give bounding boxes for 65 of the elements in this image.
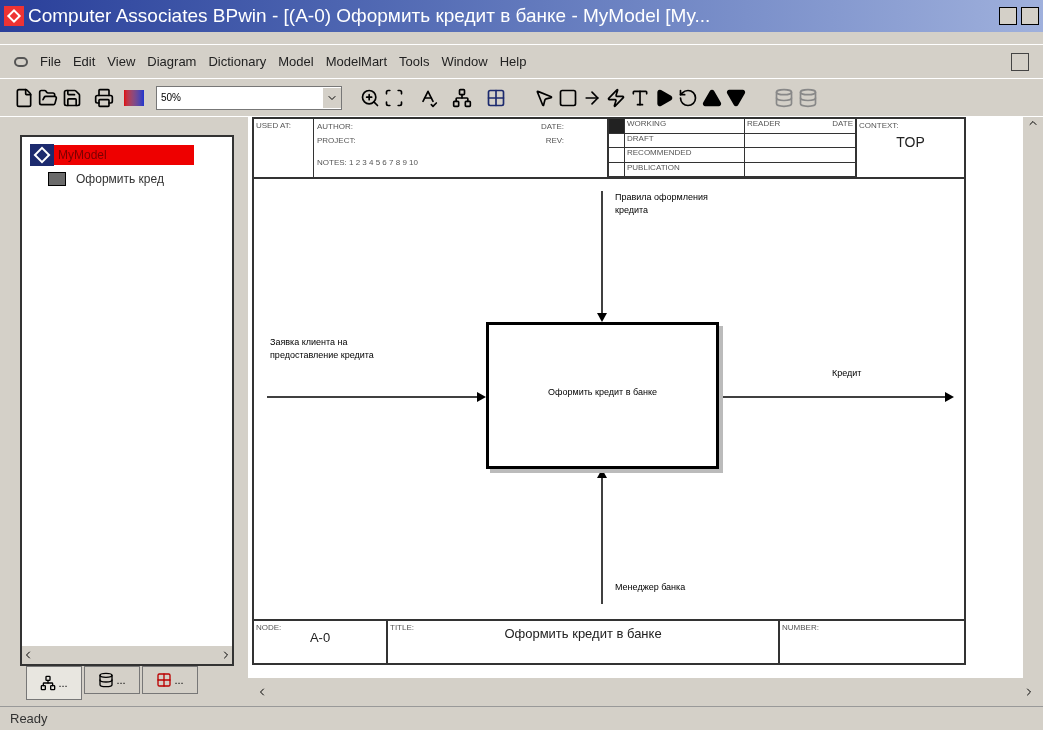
explorer-tab[interactable]: ... <box>26 666 82 700</box>
window-title: Computer Associates BPwin - [(A-0) Оформить кредит в банке - MyModel [My... <box>28 3 712 28</box>
node-label: NODE: <box>256 623 283 633</box>
play-icon[interactable] <box>654 87 674 108</box>
project-label: PROJECT: <box>317 136 356 146</box>
arrow-label: Менеджер банка <box>615 581 687 594</box>
menu-item[interactable]: Help <box>499 51 527 72</box>
node-number: A-0 <box>309 633 331 643</box>
zoom-select[interactable]: 50% <box>156 85 342 110</box>
database-icon <box>98 672 115 688</box>
print-icon[interactable] <box>94 87 114 108</box>
panel-icon[interactable] <box>486 87 506 108</box>
diagram-icon <box>48 172 66 186</box>
scrollbar[interactable] <box>22 646 232 664</box>
grid-icon <box>156 672 173 688</box>
status-label: PUBLICATION <box>625 162 745 176</box>
menu-item[interactable]: View <box>107 51 136 72</box>
arrow-label: Правила оформления кредита <box>615 191 709 217</box>
up-icon[interactable] <box>702 87 722 108</box>
reader-label: READER <box>747 119 781 130</box>
color-icon[interactable] <box>124 89 144 106</box>
down-icon[interactable] <box>726 87 746 108</box>
menu-item[interactable]: Window <box>441 51 488 72</box>
number-label: NUMBER: <box>782 623 819 632</box>
explorer-tab[interactable]: ... <box>84 666 140 694</box>
used-at-label: USED AT: <box>256 121 291 130</box>
reader-date-label: DATE <box>832 119 853 130</box>
menu-item[interactable]: Model <box>278 51 314 72</box>
status-label: RECOMMENDED <box>625 148 745 162</box>
model-icon <box>30 144 54 166</box>
diagram-title: Оформить кредит в банке <box>504 629 662 639</box>
author-label: AUTHOR: <box>317 122 353 132</box>
notes-label: NOTES: 1 2 3 4 5 6 7 8 9 10 <box>317 158 419 168</box>
tree-item[interactable]: Оформить кред <box>72 169 168 189</box>
date-label: DATE: <box>541 122 564 132</box>
menu-item[interactable]: Diagram <box>147 51 197 72</box>
menu-item[interactable]: Tools <box>399 51 430 72</box>
app-menu-icon[interactable] <box>14 56 28 67</box>
open-icon[interactable] <box>38 87 58 108</box>
menu-item[interactable]: Dictionary <box>208 51 267 72</box>
hierarchy-icon[interactable] <box>452 87 472 108</box>
restore-button[interactable] <box>1011 52 1029 71</box>
menu-item[interactable]: ModelMart <box>325 51 388 72</box>
menu-item[interactable]: Edit <box>72 51 96 72</box>
box-tool-icon[interactable] <box>558 87 578 108</box>
context-value: TOP <box>896 137 925 147</box>
squiggle-tool-icon[interactable] <box>606 87 626 108</box>
maximize-button[interactable] <box>1021 7 1039 25</box>
zoom-icon[interactable] <box>360 87 380 108</box>
rotate-icon[interactable] <box>678 87 698 108</box>
status-label: WORKING <box>625 119 745 133</box>
menu-item[interactable]: File <box>40 51 61 72</box>
app-icon <box>4 6 24 26</box>
minimize-button[interactable] <box>999 7 1017 25</box>
zoom-fit-icon[interactable] <box>384 87 404 108</box>
arrow-label: Заявка клиента на предоставление кредита <box>270 336 375 362</box>
rev-label: REV: <box>545 136 564 146</box>
save-icon[interactable] <box>62 87 82 108</box>
status-label: DRAFT <box>625 133 745 147</box>
new-icon[interactable] <box>14 87 34 108</box>
context-label: CONTEXT: <box>859 121 900 131</box>
explorer-tab[interactable]: ... <box>142 666 198 694</box>
hierarchy-icon <box>40 675 57 691</box>
arrow-label: Кредит <box>832 367 863 380</box>
status-text: Ready <box>10 709 49 728</box>
